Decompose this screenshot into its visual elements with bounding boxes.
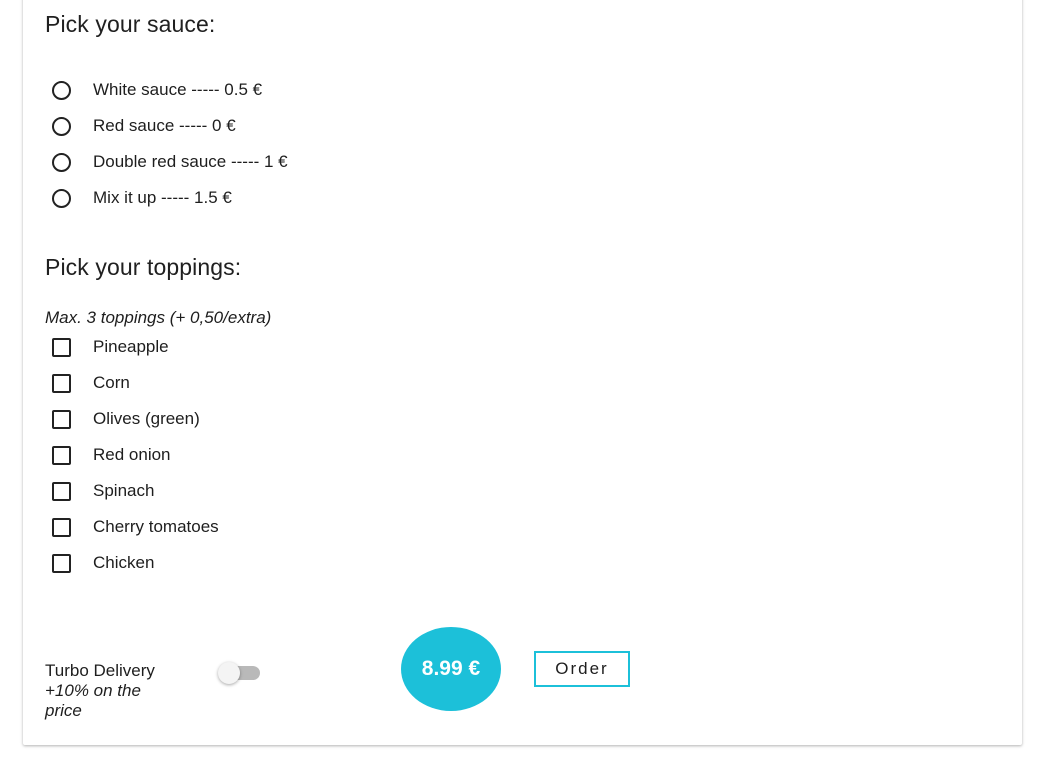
- sauce-option-label: Double red sauce ----- 1 €: [93, 152, 288, 171]
- topping-corn[interactable]: Corn: [52, 370, 130, 396]
- turbo-delivery-title: Turbo Delivery: [45, 661, 155, 680]
- checkbox[interactable]: [52, 553, 71, 573]
- radio-button[interactable]: [52, 80, 71, 100]
- topping-cherry-tomatoes[interactable]: Cherry tomatoes: [52, 514, 219, 540]
- toppings-section-title: Pick your toppings:: [45, 254, 242, 280]
- checkbox[interactable]: [52, 337, 71, 357]
- topping-red-onion[interactable]: Red onion: [52, 442, 171, 468]
- topping-label: Pineapple: [93, 337, 169, 356]
- topping-chicken[interactable]: Chicken: [52, 550, 154, 576]
- order-button[interactable]: Order: [534, 651, 630, 687]
- sauce-option-white[interactable]: White sauce ----- 0.5 €: [52, 77, 262, 103]
- sauce-option-mix[interactable]: Mix it up ----- 1.5 €: [52, 185, 232, 211]
- topping-label: Spinach: [93, 481, 155, 500]
- sauce-section-title: Pick your sauce:: [45, 11, 216, 37]
- topping-label: Red onion: [93, 445, 171, 464]
- radio-button[interactable]: [52, 152, 71, 172]
- topping-pineapple[interactable]: Pineapple: [52, 334, 169, 360]
- checkbox[interactable]: [52, 409, 71, 429]
- radio-button[interactable]: [52, 116, 71, 136]
- topping-label: Cherry tomatoes: [93, 517, 219, 536]
- turbo-delivery-surcharge: +10% on the price: [45, 681, 141, 720]
- toggle-thumb[interactable]: [218, 662, 240, 684]
- checkbox[interactable]: [52, 517, 71, 537]
- topping-label: Olives (green): [93, 409, 200, 428]
- sauce-option-label: Red sauce ----- 0 €: [93, 116, 236, 135]
- sauce-option-red[interactable]: Red sauce ----- 0 €: [52, 113, 236, 139]
- toppings-limit-note: Max. 3 toppings (+ 0,50/extra): [45, 308, 272, 327]
- sauce-option-label: Mix it up ----- 1.5 €: [93, 188, 232, 207]
- topping-label: Chicken: [93, 553, 155, 572]
- sauce-option-double-red[interactable]: Double red sauce ----- 1 €: [52, 149, 288, 175]
- turbo-delivery-label: Turbo Delivery +10% on the price: [45, 661, 175, 721]
- checkbox[interactable]: [52, 373, 71, 393]
- topping-spinach[interactable]: Spinach: [52, 478, 154, 504]
- checkbox[interactable]: [52, 481, 71, 501]
- total-price-badge: 8.99 €: [401, 627, 501, 711]
- topping-label: Corn: [93, 373, 130, 392]
- topping-olives[interactable]: Olives (green): [52, 406, 200, 432]
- pizza-order-card: Pick your sauce: White sauce ----- 0.5 €…: [23, 0, 1022, 745]
- checkbox[interactable]: [52, 445, 71, 465]
- radio-button[interactable]: [52, 188, 71, 208]
- turbo-delivery-toggle[interactable]: [218, 661, 262, 685]
- sauce-option-label: White sauce ----- 0.5 €: [93, 80, 263, 99]
